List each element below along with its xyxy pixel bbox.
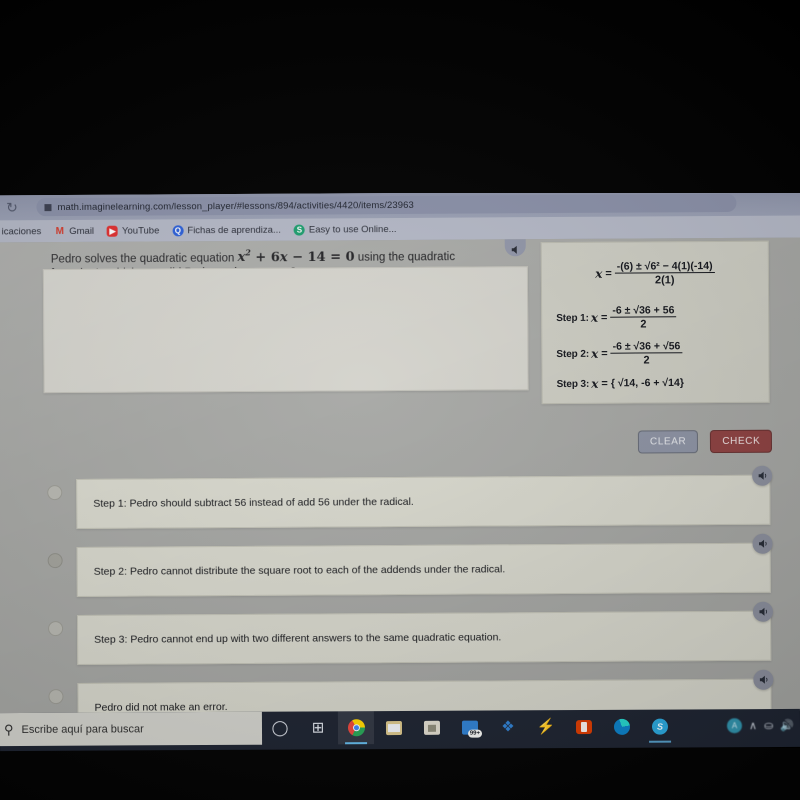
gmail-icon: M	[55, 225, 64, 237]
option-label: Step 3: Pedro cannot end up with two dif…	[94, 631, 502, 646]
letterbox-top	[0, 0, 800, 193]
step-3-label: Step 3:	[556, 378, 590, 390]
navigation-buttons: › ↻	[0, 197, 18, 217]
step-2-equation: Step 2: x = -6 ± √36 + √56 2	[556, 340, 683, 367]
prompt-equation-tail: − 14 = 0	[287, 249, 355, 265]
messages-badge: 99+	[467, 729, 483, 738]
avatar[interactable]: A	[726, 718, 743, 734]
speaker-icon-option-1[interactable]	[752, 465, 773, 486]
taskbar-pinned-items: ◯ ⊞ 99+ ❖ ⚡ S	[262, 710, 678, 745]
skype-letter: S	[651, 718, 669, 735]
step-2-numerator: -6 ± √36 + √56	[610, 340, 683, 354]
step-3-value: { √14, -6 + √14}	[610, 376, 684, 390]
option-radio-4[interactable]	[48, 689, 64, 705]
prompt-equation-rest: + 6	[250, 250, 280, 266]
check-button[interactable]: CHECK	[710, 429, 773, 454]
taskbar-search-placeholder: Escribe aquí para buscar	[21, 722, 144, 736]
step-2-label: Step 2:	[556, 348, 590, 360]
clear-button[interactable]: CLEAR	[637, 430, 699, 454]
lesson-content: Pedro solves the quadratic equation x2 +…	[41, 238, 782, 716]
formula-lhs: x	[595, 266, 603, 281]
option-label: Step 1: Pedro should subtract 56 instead…	[93, 495, 414, 510]
speaker-icon-option-3[interactable]	[752, 601, 774, 622]
chrome-icon[interactable]	[337, 711, 375, 745]
step-1-label: Step 1:	[556, 312, 589, 324]
bookmark-label: Fichas de aprendiza...	[187, 224, 281, 236]
option-label: Step 2: Pedro cannot distribute the squa…	[93, 563, 506, 578]
cortana-icon[interactable]: ◯	[262, 712, 298, 745]
step-2-denominator: 2	[643, 354, 650, 367]
photo-of-screen: › ↻ math.imaginelearning.com/lesson_play…	[0, 0, 800, 800]
prompt-equation: x2	[237, 247, 251, 266]
speaker-icon-option-2[interactable]	[752, 533, 773, 554]
step-1-equals: =	[600, 311, 608, 324]
work-area-blank	[42, 266, 529, 394]
option-radio-2[interactable]	[47, 553, 63, 569]
work-steps-card: x = -(6) ± √6² − 4(1)(-14) 2(1) Step 1: x =…	[540, 240, 770, 405]
step-2-equals: =	[601, 347, 608, 360]
youtube-icon: ▶	[107, 225, 119, 237]
lesson-page: Pedro solves the quadratic equation x2 +…	[0, 237, 800, 716]
task-view-icon[interactable]: ⊞	[300, 711, 336, 744]
url-text: math.imaginelearning.com/lesson_player/#…	[57, 199, 414, 213]
quizlet-icon: Q	[172, 224, 184, 236]
step-1-lhs: x	[590, 310, 599, 325]
smallpdf-icon: S	[293, 224, 305, 236]
step-3-equals: =	[601, 377, 608, 390]
site-info-icon[interactable]	[44, 203, 52, 211]
messages-icon[interactable]: 99+	[452, 711, 488, 744]
bookmark-label: icaciones	[1, 225, 42, 237]
windows-taskbar: ⚲ Escribe aquí para buscar ◯ ⊞ 99+ ❖ ⚡ S…	[0, 708, 800, 752]
search-icon: ⚲	[3, 721, 14, 737]
bookmark-item-youtube[interactable]: ▶ YouTube	[107, 224, 160, 237]
system-tray: A ∧ ⛀ 🔊	[726, 709, 794, 742]
office-icon[interactable]	[566, 710, 602, 743]
step-1-numerator: -6 ± √36 + 56	[610, 304, 677, 318]
prompt-line1-a: Pedro solves the quadratic equation	[50, 252, 238, 266]
bookmark-item-easytouse[interactable]: S Easy to use Online...	[293, 223, 397, 236]
answer-option-3[interactable]: Step 3: Pedro cannot end up with two dif…	[76, 610, 772, 665]
dropbox-icon[interactable]: ❖	[490, 710, 526, 743]
chevron-up-icon[interactable]: ∧	[749, 719, 757, 732]
quadratic-formula: x = -(6) ± √6² − 4(1)(-14) 2(1)	[542, 260, 768, 287]
formula-denominator: 2(1)	[654, 274, 675, 287]
answer-option-1[interactable]: Step 1: Pedro should subtract 56 instead…	[76, 474, 771, 529]
step-2-lhs: x	[590, 346, 599, 361]
answer-option-2[interactable]: Step 2: Pedro cannot distribute the squa…	[76, 542, 771, 597]
reload-icon[interactable]: ↻	[6, 197, 18, 217]
option-radio-1[interactable]	[47, 485, 63, 501]
lightning-icon[interactable]: ⚡	[528, 710, 564, 743]
bookmark-label: Easy to use Online...	[308, 223, 397, 236]
bookmark-item-fichas[interactable]: Q Fichas de aprendiza...	[172, 224, 281, 236]
option-radio-3[interactable]	[48, 621, 64, 637]
bookmark-label: YouTube	[122, 224, 160, 237]
step-1-equation: Step 1: x = -6 ± √36 + 56 2	[556, 304, 677, 331]
step-1-denominator: 2	[640, 318, 647, 331]
formula-numerator: -(6) ± √6² − 4(1)(-14)	[614, 260, 715, 274]
prompt-equation-x: x	[279, 249, 288, 266]
bookmark-label: Gmail	[69, 225, 95, 237]
formula-equals: =	[605, 267, 612, 280]
browser-window: › ↻ math.imaginelearning.com/lesson_play…	[0, 190, 800, 716]
bookmark-item-gmail[interactable]: M Gmail	[54, 225, 95, 237]
taskbar-search-box[interactable]: ⚲ Escribe aquí para buscar	[0, 711, 263, 747]
letterbox-bottom	[0, 748, 800, 800]
microsoft-store-icon[interactable]	[414, 711, 450, 744]
bookmark-item-aplicaciones[interactable]: icaciones	[0, 225, 42, 237]
file-explorer-icon[interactable]	[376, 711, 412, 744]
speaker-icon-option-4[interactable]	[753, 669, 774, 690]
prompt-line1-b: using the quadratic	[354, 250, 456, 264]
action-buttons: CLEAR CHECK	[637, 429, 773, 454]
skype-icon[interactable]: S	[642, 710, 678, 743]
address-bar[interactable]: math.imaginelearning.com/lesson_player/#…	[36, 193, 737, 217]
edge-icon[interactable]	[604, 710, 640, 743]
volume-icon[interactable]: 🔊	[780, 719, 794, 732]
step-3-lhs: x	[591, 376, 599, 391]
network-icon[interactable]: ⛀	[764, 719, 773, 732]
step-3-equation: Step 3: x ={ √14, -6 + √14}	[557, 376, 684, 391]
